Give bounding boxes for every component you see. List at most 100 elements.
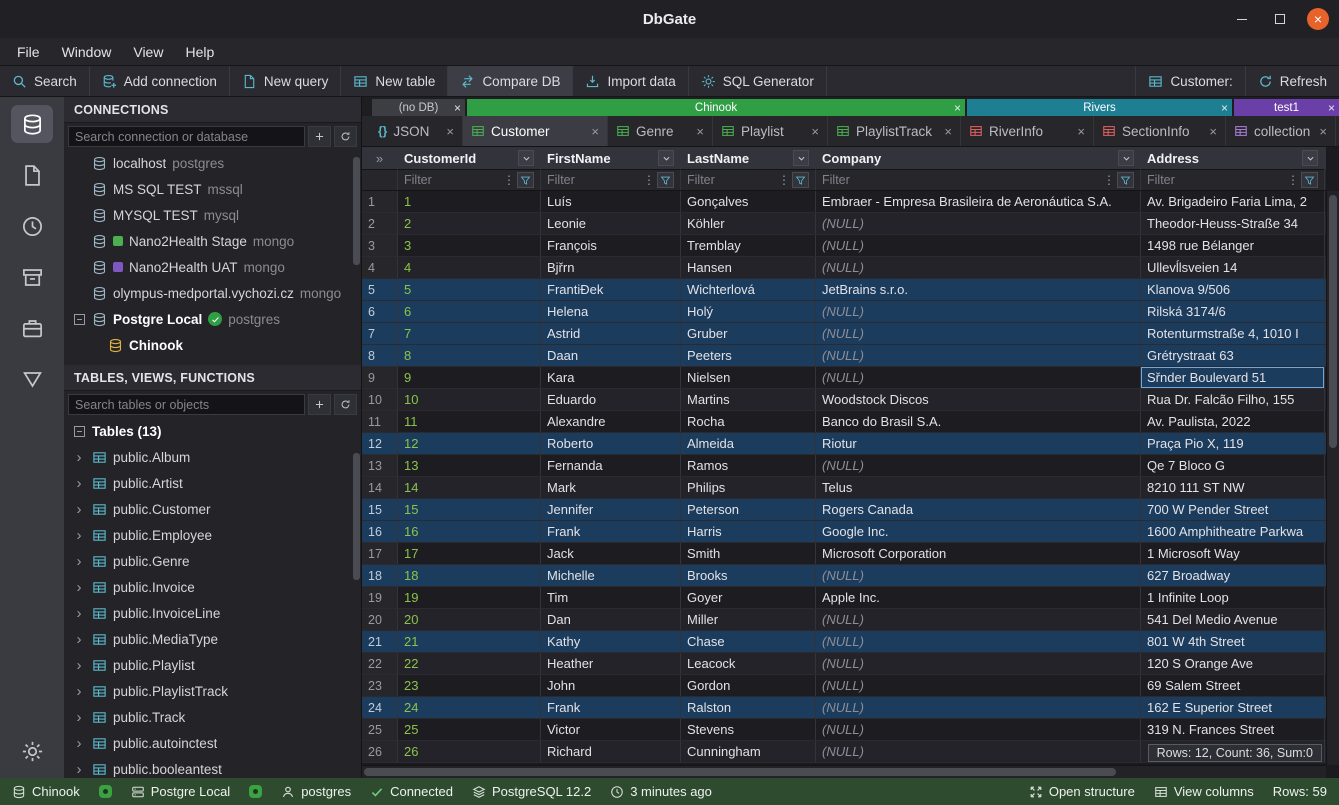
chevron-right-icon[interactable]: › xyxy=(72,710,86,725)
grid-cell-lastname[interactable]: Stevens xyxy=(681,719,816,740)
table-public-customer[interactable]: ›public.Customer xyxy=(64,496,361,522)
column-menu-icon[interactable] xyxy=(1118,150,1134,166)
grid-cell-customerid[interactable]: 16 xyxy=(398,521,541,542)
grid-cell-firstname[interactable]: Astrid xyxy=(541,323,681,344)
grid-cell-customerid[interactable]: 13 xyxy=(398,455,541,476)
grid-cell-address[interactable]: Rua Dr. Falcão Filho, 155 xyxy=(1141,389,1325,410)
filter-menu-icon[interactable]: ⋮ xyxy=(503,173,515,187)
refresh-tables-button[interactable] xyxy=(334,394,357,415)
row-number[interactable]: 19 xyxy=(362,587,398,608)
chevron-right-icon[interactable]: › xyxy=(72,554,86,569)
row-number[interactable]: 12 xyxy=(362,433,398,454)
filter-menu-icon[interactable]: ⋮ xyxy=(1103,173,1115,187)
grid-cell-address[interactable]: 319 N. Frances Street xyxy=(1141,719,1325,740)
grid-cell-company[interactable]: (NULL) xyxy=(816,301,1141,322)
grid-cell-company[interactable]: (NULL) xyxy=(816,653,1141,674)
table-public-track[interactable]: ›public.Track xyxy=(64,704,361,730)
tab-playlisttrack[interactable]: PlaylistTrack× xyxy=(828,116,961,146)
grid-cell-firstname[interactable]: FrantiĐek xyxy=(541,279,681,300)
toolbar-search-button[interactable]: Search xyxy=(0,66,90,96)
connection-postgre-local[interactable]: Postgre Localpostgres xyxy=(64,306,361,332)
grid-cell-company[interactable]: (NULL) xyxy=(816,323,1141,344)
sidebar-plugins-button[interactable] xyxy=(11,309,53,347)
column-header-customerid[interactable]: CustomerId xyxy=(398,147,541,170)
toolbar-sql-generator-button[interactable]: SQL Generator xyxy=(689,66,827,96)
row-number[interactable]: 22 xyxy=(362,653,398,674)
grid-cell-lastname[interactable]: Hansen xyxy=(681,257,816,278)
grid-cell-company[interactable]: Woodstock Discos xyxy=(816,389,1141,410)
grid-cell-customerid[interactable]: 4 xyxy=(398,257,541,278)
close-icon[interactable]: × xyxy=(1077,124,1085,139)
grid-cell-customerid[interactable]: 1 xyxy=(398,191,541,212)
row-number[interactable]: 5 xyxy=(362,279,398,300)
grid-cell-lastname[interactable]: Smith xyxy=(681,543,816,564)
grid-cell-firstname[interactable]: François xyxy=(541,235,681,256)
grid-cell-firstname[interactable]: Eduardo xyxy=(541,389,681,410)
grid-cell-address[interactable]: 627 Broadway xyxy=(1141,565,1325,586)
menu-window[interactable]: Window xyxy=(51,41,123,63)
grid-cell-customerid[interactable]: 15 xyxy=(398,499,541,520)
grid-cell-address[interactable]: Praça Pio X, 119 xyxy=(1141,433,1325,454)
grid-cell-firstname[interactable]: Roberto xyxy=(541,433,681,454)
grid-cell-company[interactable]: Rogers Canada xyxy=(816,499,1141,520)
filter-menu-icon[interactable]: ⋮ xyxy=(643,173,655,187)
close-icon[interactable]: × xyxy=(954,102,961,114)
grid-cell-lastname[interactable]: Köhler xyxy=(681,213,816,234)
grid-cell-customerid[interactable]: 22 xyxy=(398,653,541,674)
column-menu-icon[interactable] xyxy=(793,150,809,166)
tab-json[interactable]: {}JSON× xyxy=(370,116,463,146)
grid-cell-customerid[interactable]: 24 xyxy=(398,697,541,718)
grid-cell-address[interactable]: Grétrystraat 63 xyxy=(1141,345,1325,366)
column-header-address[interactable]: Address xyxy=(1141,147,1325,170)
close-icon[interactable]: × xyxy=(591,124,599,139)
database-chinook[interactable]: Chinook xyxy=(64,332,361,358)
grid-cell-address[interactable]: 801 W 4th Street xyxy=(1141,631,1325,652)
row-number[interactable]: 24 xyxy=(362,697,398,718)
grid-cell-address[interactable]: Klanova 9/506 xyxy=(1141,279,1325,300)
grid-cell-address[interactable]: Rilská 3174/6 xyxy=(1141,301,1325,322)
grid-cell-lastname[interactable]: Miller xyxy=(681,609,816,630)
connection-ms-sql-test[interactable]: MS SQL TESTmssql xyxy=(64,176,361,202)
table-public-genre[interactable]: ›public.Genre xyxy=(64,548,361,574)
filter-input-company[interactable] xyxy=(822,173,1100,187)
filter-input-address[interactable] xyxy=(1147,173,1284,187)
column-header-lastname[interactable]: LastName xyxy=(681,147,816,170)
sidebar-archive-button[interactable] xyxy=(11,258,53,296)
grid-cell-firstname[interactable]: Kara xyxy=(541,367,681,388)
menu-view[interactable]: View xyxy=(122,41,174,63)
sidebar-settings-button[interactable] xyxy=(11,732,53,770)
grid-cell-customerid[interactable]: 19 xyxy=(398,587,541,608)
row-number[interactable]: 21 xyxy=(362,631,398,652)
filter-funnel-icon[interactable] xyxy=(792,172,809,188)
table-public-mediatype[interactable]: ›public.MediaType xyxy=(64,626,361,652)
filter-menu-icon[interactable]: ⋮ xyxy=(778,173,790,187)
grid-cell-company[interactable]: (NULL) xyxy=(816,631,1141,652)
grid-cell-company[interactable]: (NULL) xyxy=(816,345,1141,366)
grid-cell-firstname[interactable]: Fernanda xyxy=(541,455,681,476)
table-public-album[interactable]: ›public.Album xyxy=(64,444,361,470)
grid-cell-firstname[interactable]: Heather xyxy=(541,653,681,674)
row-number[interactable]: 2 xyxy=(362,213,398,234)
grid-cell-company[interactable]: (NULL) xyxy=(816,565,1141,586)
toolbar-new-query-button[interactable]: New query xyxy=(230,66,342,96)
tab-playlist[interactable]: Playlist× xyxy=(713,116,828,146)
grid-cell-customerid[interactable]: 12 xyxy=(398,433,541,454)
chevron-right-icon[interactable]: › xyxy=(72,684,86,699)
toolbar-refresh-button[interactable]: Refresh xyxy=(1245,66,1339,96)
row-number[interactable]: 8 xyxy=(362,345,398,366)
close-icon[interactable]: × xyxy=(454,102,461,114)
grid-cell-company[interactable]: Riotur xyxy=(816,433,1141,454)
table-public-invoice[interactable]: ›public.Invoice xyxy=(64,574,361,600)
connection-nano2health-uat[interactable]: Nano2Health UATmongo xyxy=(64,254,361,280)
grid-cell-customerid[interactable]: 20 xyxy=(398,609,541,630)
close-button[interactable]: × xyxy=(1307,8,1329,30)
table-public-booleantest[interactable]: ›public.booleantest xyxy=(64,756,361,778)
grid-cell-lastname[interactable]: Philips xyxy=(681,477,816,498)
collapse-icon[interactable] xyxy=(74,314,85,325)
row-number[interactable]: 6 xyxy=(362,301,398,322)
chevron-right-icon[interactable]: › xyxy=(72,632,86,647)
grid-cell-lastname[interactable]: Almeida xyxy=(681,433,816,454)
status-open-structure[interactable]: Open structure xyxy=(1029,784,1135,799)
db-group-tab-no-db[interactable]: (no DB)× xyxy=(372,99,465,116)
grid-cell-lastname[interactable]: Peterson xyxy=(681,499,816,520)
